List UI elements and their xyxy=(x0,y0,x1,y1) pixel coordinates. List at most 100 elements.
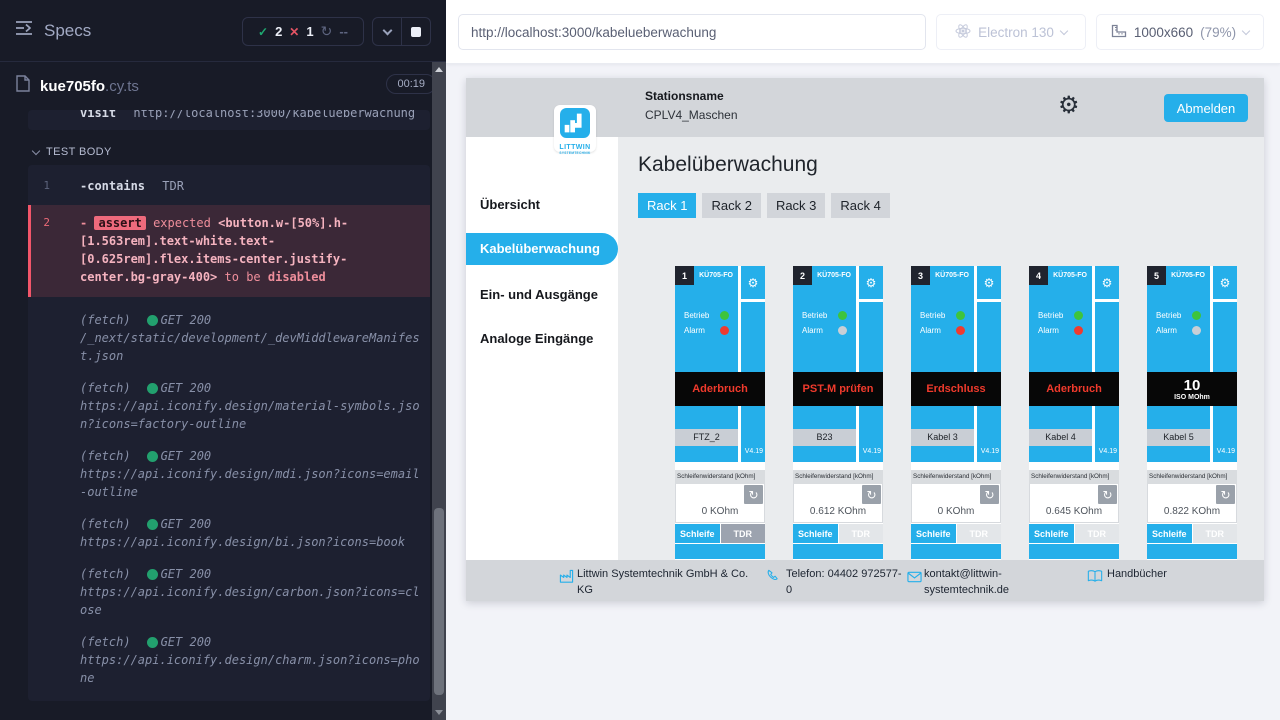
viewport-selector[interactable]: 1000x660 (79%) xyxy=(1096,14,1264,50)
reporter-scrollbar[interactable] xyxy=(432,62,446,720)
card-settings-icon[interactable]: ⚙ xyxy=(866,276,877,290)
request-url: https://api.iconify.design/carbon.json?i… xyxy=(80,583,422,619)
resistance-box: ↻ 0 KOhm xyxy=(911,484,1001,523)
resistance-value: 0 KOhm xyxy=(676,506,764,517)
card-settings-icon[interactable]: ⚙ xyxy=(1102,276,1113,290)
card-model: KÜ705-FO xyxy=(1048,266,1092,285)
tdr-button[interactable]: TDR xyxy=(839,524,884,543)
network-log-entry[interactable]: (fetch)GET 200 /_next/static/development… xyxy=(28,311,430,365)
test-body-section-header[interactable]: TEST BODY xyxy=(0,138,446,165)
tab-rack-3[interactable]: Rack 3 xyxy=(767,193,825,218)
schleife-button[interactable]: Schleife xyxy=(1029,524,1074,543)
electron-icon xyxy=(955,23,971,42)
status-display: Aderbruch xyxy=(1029,372,1119,406)
tab-rack-4[interactable]: Rack 4 xyxy=(831,193,889,218)
tdr-button[interactable]: TDR xyxy=(957,524,1002,543)
card-model: KÜ705-FO xyxy=(1166,266,1210,285)
card-settings-icon[interactable]: ⚙ xyxy=(1220,276,1231,290)
card-settings-icon[interactable]: ⚙ xyxy=(984,276,995,290)
alarm-led xyxy=(1074,326,1083,335)
sidebar-item-ein-und-ausgaenge[interactable]: Ein- und Ausgänge xyxy=(480,287,598,302)
scroll-up-arrow[interactable] xyxy=(435,67,443,72)
command-line-number: 1 xyxy=(28,110,50,114)
logo-glyph xyxy=(560,108,590,138)
assert-badge: assert xyxy=(94,216,145,230)
app-content: Kabelüberwachung Rack 1 Rack 2 Rack 3 Ra… xyxy=(618,137,1264,560)
refresh-button[interactable]: ↻ xyxy=(1216,485,1235,504)
tab-rack-2[interactable]: Rack 2 xyxy=(702,193,760,218)
card-settings-icon[interactable]: ⚙ xyxy=(748,276,759,290)
spec-file-row[interactable]: kue705fo.cy.ts 00:19 xyxy=(0,62,446,110)
screen: Specs ✓ 2 ✕ 1 ↻ -- kue705fo.cy.ts 00:19 xyxy=(0,0,1280,720)
tdr-button[interactable]: TDR xyxy=(1193,524,1238,543)
status-ok-dot xyxy=(147,569,158,580)
specs-menu-icon[interactable] xyxy=(14,20,34,41)
schleife-button[interactable]: Schleife xyxy=(911,524,956,543)
settings-gear-icon[interactable]: ⚙ xyxy=(1058,91,1080,119)
card-number: 5 xyxy=(1147,266,1166,285)
logout-button[interactable]: Abmelden xyxy=(1164,94,1248,122)
scrollbar-thumb[interactable] xyxy=(434,508,444,695)
network-log-entry[interactable]: (fetch)GET 200 https://api.iconify.desig… xyxy=(28,633,430,687)
footer-manuals-link[interactable]: Handbücher xyxy=(1107,566,1227,582)
sidebar-item-uebersicht[interactable]: Übersicht xyxy=(480,197,540,212)
refresh-button[interactable]: ↻ xyxy=(744,485,763,504)
network-log-entry[interactable]: (fetch)GET 200 https://api.iconify.desig… xyxy=(28,447,430,501)
chevron-down-icon xyxy=(1242,26,1250,34)
footer-email[interactable]: kontakt@littwin-systemtechnik.de xyxy=(924,566,1019,598)
sidebar-item-analoge-eingaenge[interactable]: Analoge Eingänge xyxy=(480,331,593,346)
littwin-logo: LITTWIN SYSTEMTECHNIK xyxy=(554,105,596,152)
command-arg: http://localhost:3000/kabelueberwachung xyxy=(133,110,415,120)
refresh-button[interactable]: ↻ xyxy=(980,485,999,504)
resistance-label: Schleifenwiderstand [kOhm] xyxy=(1029,470,1119,484)
schleife-button[interactable]: Schleife xyxy=(793,524,838,543)
browser-selector[interactable]: Electron 130 xyxy=(936,14,1086,50)
collapse-button[interactable] xyxy=(373,18,401,45)
app-sidebar: Übersicht Kabelüberwachung Ein- und Ausg… xyxy=(466,137,618,560)
sidebar-item-kabelueberwachung[interactable]: Kabelüberwachung xyxy=(466,233,618,265)
book-icon xyxy=(1087,569,1103,586)
refresh-button[interactable]: ↻ xyxy=(862,485,881,504)
url-input[interactable] xyxy=(458,14,926,50)
request-url: https://api.iconify.design/bi.json?icons… xyxy=(80,533,422,551)
tdr-button[interactable]: TDR xyxy=(1075,524,1120,543)
chevron-down-icon xyxy=(32,146,40,154)
network-log-entry[interactable]: (fetch)GET 200 https://api.iconify.desig… xyxy=(28,515,430,551)
network-log-entry[interactable]: (fetch)GET 200 https://api.iconify.desig… xyxy=(28,379,430,433)
cable-name: Kabel 3 xyxy=(911,429,974,446)
duration-badge: 00:19 xyxy=(386,74,436,94)
phone-icon xyxy=(766,569,780,586)
scroll-down-arrow[interactable] xyxy=(435,710,443,715)
stop-button[interactable] xyxy=(401,18,430,45)
firmware-version: V4.19 xyxy=(863,448,881,455)
card-number: 1 xyxy=(675,266,694,285)
command-contains-row[interactable]: 1 -contains TDR xyxy=(28,169,430,203)
station-value: CPLV4_Maschen xyxy=(645,108,738,122)
tdr-button[interactable]: TDR xyxy=(721,524,766,543)
section-label: TEST BODY xyxy=(46,146,112,158)
resistance-value: 0 KOhm xyxy=(912,506,1000,517)
status-display: 10 ISO MOhm xyxy=(1147,372,1237,406)
rack-tabs: Rack 1 Rack 2 Rack 3 Rack 4 xyxy=(638,193,890,218)
specs-title[interactable]: Specs xyxy=(44,21,91,41)
app-footer: Littwin Systemtechnik GmbH & Co. KG Tele… xyxy=(466,560,1264,601)
station-label: Stationsname xyxy=(645,89,738,103)
ku-card-5: 5 KÜ705-FO Betrieb Alarm Kabel 5 ⚙ V4.19 xyxy=(1147,266,1237,560)
rack-cards: 1 KÜ705-FO Betrieb Alarm FTZ_2 ⚙ V4.19 A… xyxy=(675,266,1237,560)
iso-unit: ISO MOhm xyxy=(1174,394,1210,401)
schleife-button[interactable]: Schleife xyxy=(1147,524,1192,543)
failed-assert-row[interactable]: 2 - assert expected <button.w-[50%].h-[1… xyxy=(28,205,430,297)
tab-rack-1[interactable]: Rack 1 xyxy=(638,193,696,218)
pending-test-row[interactable]: should open and close the settings modal xyxy=(0,713,446,720)
run-controls xyxy=(372,17,431,46)
reporter-header: Specs ✓ 2 ✕ 1 ↻ -- xyxy=(0,0,446,62)
factory-icon xyxy=(559,569,574,587)
chevron-down-icon xyxy=(382,25,392,35)
alarm-led xyxy=(956,326,965,335)
command-visit-row[interactable]: 1 visit http://localhost:3000/kabelueber… xyxy=(28,110,430,130)
schleife-button[interactable]: Schleife xyxy=(675,524,720,543)
request-url: https://api.iconify.design/charm.json?ic… xyxy=(80,651,422,687)
network-log-entry[interactable]: (fetch)GET 200 https://api.iconify.desig… xyxy=(28,565,430,619)
aut-pane: Electron 130 1000x660 (79%) Stationsname… xyxy=(446,0,1280,720)
refresh-button[interactable]: ↻ xyxy=(1098,485,1117,504)
